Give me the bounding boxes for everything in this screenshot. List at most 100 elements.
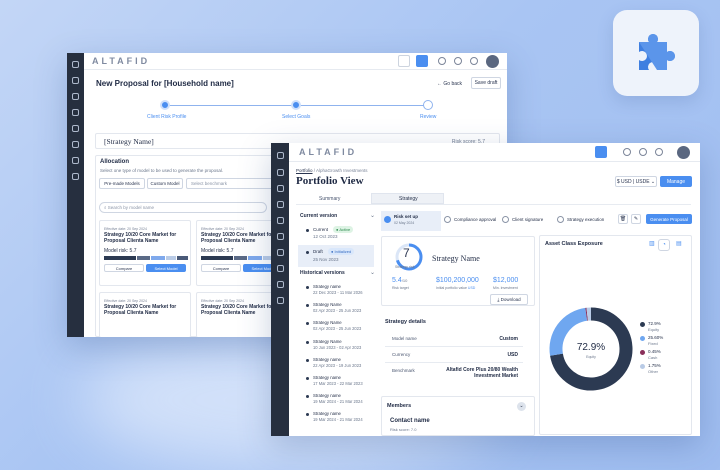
pipeline-compliance[interactable]: Compliance approval: [444, 215, 499, 225]
add-icon[interactable]: [595, 146, 607, 158]
help-icon[interactable]: [655, 148, 663, 156]
help-icon[interactable]: [470, 57, 478, 65]
trash-icon[interactable]: 🗑: [618, 214, 628, 224]
legend-item: 0.45% Cash: [640, 349, 690, 361]
card-date: Effective date: 20 Sep 2024: [201, 299, 244, 303]
active-badge: ● Active: [333, 226, 354, 233]
step-3-dot[interactable]: [423, 100, 433, 110]
currency-select[interactable]: $ USD | USDE ⌄: [615, 176, 657, 187]
version-draft[interactable]: Draft ● Initialized 25 Nov 2023: [298, 245, 374, 267]
breadcrumb: Portfolio / AlphaGrowth Investments: [296, 168, 368, 173]
search-icon[interactable]: [398, 55, 410, 67]
avatar[interactable]: [677, 145, 690, 159]
history-item[interactable]: Strategy name 19 Mar 2024 - 21 Mar 2024: [298, 408, 378, 424]
settings-icon[interactable]: [271, 217, 289, 227]
bell-icon[interactable]: [454, 57, 462, 65]
historical-heading: Historical versions: [300, 270, 345, 276]
mail-icon[interactable]: [438, 57, 446, 65]
add-icon[interactable]: [416, 55, 428, 67]
history-list: Strategy name 22 Dec 2023 - 11 Mar 2026 St…: [298, 281, 378, 431]
mail-icon[interactable]: [623, 148, 631, 156]
strategy-name: [Strategy Name]: [104, 137, 154, 146]
bank-icon[interactable]: [67, 157, 84, 167]
step-icon: [557, 216, 564, 223]
inbox-icon[interactable]: [271, 281, 289, 291]
tab-custom-model[interactable]: Custom Model: [147, 178, 183, 189]
edit-icon[interactable]: ✎: [631, 214, 641, 224]
collapse-icon[interactable]: ⌄: [370, 212, 375, 219]
history-item[interactable]: Strategy name 22 Dec 2023 - 11 Mar 2026: [298, 281, 378, 297]
legend-swatch: [640, 364, 645, 369]
tab-summary[interactable]: Summary: [319, 196, 340, 202]
back-sidebar: [67, 53, 84, 337]
step-2-dot[interactable]: [291, 100, 301, 110]
puzzle-icon: [639, 34, 675, 70]
history-item[interactable]: Strategy name 17 Mar 2023 - 22 Mar 2023: [298, 372, 378, 388]
save-draft-button[interactable]: Save draft: [471, 77, 501, 89]
history-name: Strategy Name: [313, 302, 342, 308]
select-model-button[interactable]: Select Model: [146, 264, 186, 272]
pipeline-risk-setup[interactable]: Risk set up 02 May 2024: [381, 211, 441, 231]
version-label: Current: [313, 227, 329, 232]
chart-icon[interactable]: [271, 233, 289, 243]
model-card[interactable]: Effective date: 20 Sep 2024 Strategy 10/…: [99, 292, 191, 337]
card-date: Effective date: 20 Sep 2024: [104, 299, 147, 303]
bank-icon[interactable]: [271, 249, 289, 259]
expand-icon[interactable]: ⌄: [517, 402, 526, 411]
breadcrumb-portfolio[interactable]: Portfolio: [296, 168, 313, 173]
model-card[interactable]: Effective date: 20 Sep 2024 Strategy 10/…: [99, 220, 191, 286]
list-icon[interactable]: [67, 77, 84, 87]
model-search-input[interactable]: ⌕ Search by model name: [99, 202, 267, 213]
history-item[interactable]: Strategy name 22 Apr 2023 - 19 Jun 2023: [298, 354, 378, 370]
history-name: Strategy name: [313, 356, 341, 362]
legend-name: Other: [648, 369, 659, 374]
download-button[interactable]: ⤓ Download: [490, 294, 528, 305]
home-icon[interactable]: [67, 109, 84, 119]
collapse-icon[interactable]: ⌄: [370, 269, 375, 276]
generate-proposal-button[interactable]: Generate Proposal: [646, 214, 692, 224]
bar-chart-icon[interactable]: ▥: [649, 240, 655, 247]
table-icon[interactable]: ▤: [676, 240, 682, 247]
bell-icon[interactable]: [639, 148, 647, 156]
compare-button[interactable]: Compare: [201, 264, 241, 272]
card-risk: Model risk: 5.7: [104, 248, 137, 254]
legend-item: 1.75% Other: [640, 363, 690, 375]
tab-premade-models[interactable]: Pre-made Models: [99, 178, 145, 189]
chart-icon[interactable]: [67, 141, 84, 151]
pie-chart-icon[interactable]: ◔: [658, 239, 670, 251]
grid-icon[interactable]: [67, 61, 84, 71]
front-sidebar: [271, 143, 289, 436]
benchmark-select[interactable]: Select benchmark: [186, 178, 276, 189]
list-icon[interactable]: [271, 169, 289, 179]
settings-icon[interactable]: [67, 125, 84, 135]
grid-icon[interactable]: [271, 152, 289, 162]
logo: ALTAFID: [92, 56, 151, 66]
pipeline-client-signature[interactable]: Client signature: [502, 215, 552, 225]
manage-button[interactable]: Manage: [660, 176, 692, 187]
step-2-label: Select Goals: [282, 114, 311, 120]
tab-strategy[interactable]: Strategy: [371, 193, 444, 204]
card-risk: Model risk: 5.7: [201, 248, 234, 254]
history-item[interactable]: Strategy Name 10 Jun 2023 - 02 Apr 2023: [298, 336, 378, 352]
asset-title: Asset Class Exposure: [545, 241, 603, 247]
users-icon[interactable]: [271, 185, 289, 195]
home-icon[interactable]: [271, 201, 289, 211]
risk-score-value: 7: [403, 246, 410, 260]
avatar[interactable]: [486, 54, 499, 68]
book-icon[interactable]: [271, 265, 289, 275]
history-item[interactable]: Strategy Name 02 Apr 2023 - 25 Jun 2023: [298, 299, 378, 315]
inbox-icon[interactable]: [67, 173, 84, 183]
history-item[interactable]: Strategy Name 02 Apr 2023 - 25 Jun 2023: [298, 317, 378, 333]
users-icon[interactable]: [67, 93, 84, 103]
compare-button[interactable]: Compare: [104, 264, 144, 272]
step-1-dot[interactable]: [160, 100, 170, 110]
history-name: Strategy name: [313, 411, 341, 417]
pie-icon[interactable]: [271, 297, 289, 307]
pipeline-execution[interactable]: Strategy execution: [557, 215, 612, 225]
go-back-button[interactable]: ← Go back: [437, 81, 462, 87]
version-current[interactable]: Current ● Active 12 Oct 2023: [298, 223, 374, 245]
history-item[interactable]: Strategy name 19 Mar 2024 - 21 Mar 2024: [298, 390, 378, 406]
donut-center-value: 72.9%: [576, 342, 606, 353]
tab-strategy-label: Strategy: [399, 196, 418, 202]
logo: ALTAFID: [299, 147, 358, 157]
